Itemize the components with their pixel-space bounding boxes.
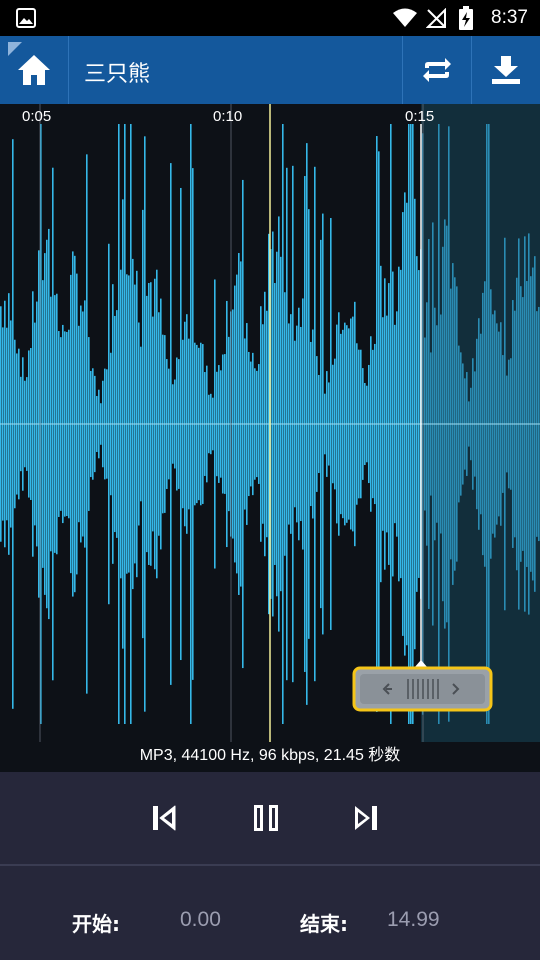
start-time-field[interactable]: 0.00 xyxy=(180,908,221,932)
time-label: 0:10 xyxy=(213,108,242,125)
end-label: 结束: xyxy=(300,912,348,936)
skip-previous-icon xyxy=(153,805,176,831)
pause-button[interactable] xyxy=(242,794,290,842)
battery-charging-icon xyxy=(459,6,473,30)
toolbar-divider xyxy=(68,36,69,104)
pause-icon xyxy=(254,805,278,831)
next-button[interactable] xyxy=(342,794,390,842)
page-title: 三只熊 xyxy=(84,62,151,87)
no-signal-icon xyxy=(426,8,446,28)
range-panel: 开始: 0.00 结束: 14.99 xyxy=(0,866,540,960)
time-label: 0:15 xyxy=(405,108,434,125)
skip-next-icon xyxy=(355,806,377,830)
repeat-button[interactable] xyxy=(403,36,471,104)
previous-button[interactable] xyxy=(140,794,188,842)
download-button[interactable] xyxy=(472,36,540,104)
home-button[interactable] xyxy=(0,36,68,104)
time-label: 0:05 xyxy=(22,108,51,125)
end-marker-handle[interactable] xyxy=(352,660,493,712)
file-info: MP3, 44100 Hz, 96 kbps, 21.45 秒数 xyxy=(0,742,540,772)
end-time-field[interactable]: 14.99 xyxy=(387,908,440,932)
waveform-canvas[interactable]: 0:05 0:10 0:15 xyxy=(0,104,540,742)
toolbar: 三只熊 xyxy=(0,36,540,104)
waveform-view[interactable]: 0:05 0:10 0:15 xyxy=(0,104,540,742)
wifi-icon xyxy=(393,8,417,27)
clock: 8:37 xyxy=(491,7,528,28)
start-label: 开始: xyxy=(72,912,120,936)
playback-controls xyxy=(0,772,540,864)
status-bar: 8:37 xyxy=(0,0,540,36)
home-icon xyxy=(18,55,50,85)
image-notification-icon xyxy=(16,8,36,28)
download-icon xyxy=(492,56,520,84)
repeat-icon xyxy=(423,58,451,82)
